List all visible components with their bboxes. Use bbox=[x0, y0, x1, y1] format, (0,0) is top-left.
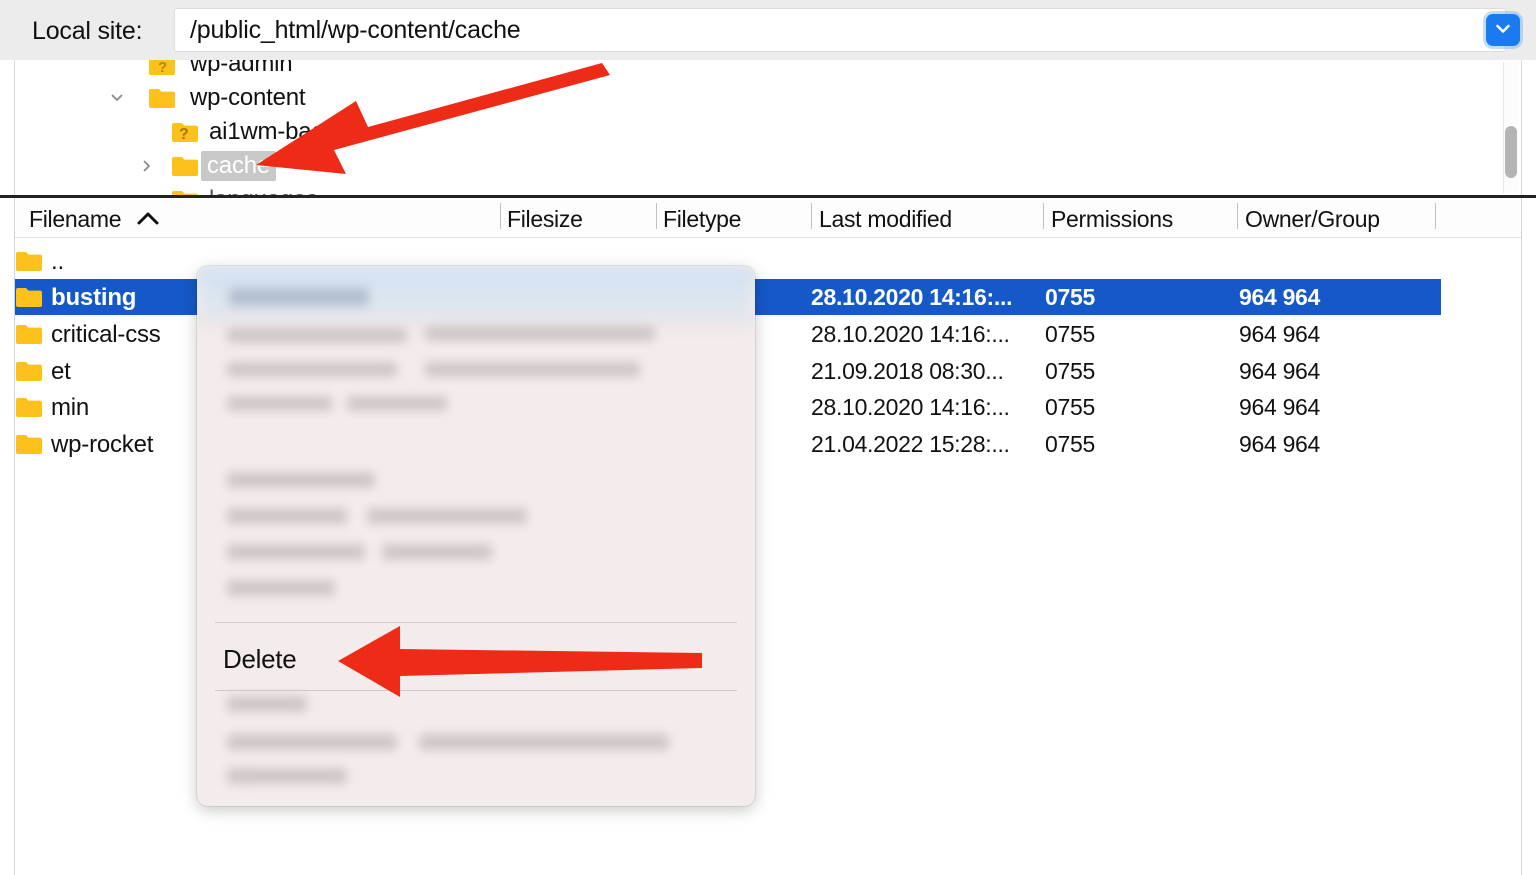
column-divider[interactable] bbox=[656, 203, 657, 229]
folder-icon bbox=[148, 87, 176, 109]
context-menu-item-obscured[interactable] bbox=[227, 580, 335, 596]
file-name: critical-css bbox=[51, 321, 161, 348]
context-menu-item-obscured[interactable] bbox=[229, 288, 369, 306]
file-list-column-headers: Filename Filesize Filetype Last modified… bbox=[15, 198, 1521, 238]
file-last-modified: 21.09.2018 08:30... bbox=[811, 358, 1004, 384]
file-name: wp-rocket bbox=[51, 431, 154, 458]
column-header-last-modified[interactable]: Last modified bbox=[819, 206, 952, 233]
context-menu-item-obscured[interactable] bbox=[367, 508, 527, 524]
folder-icon bbox=[15, 360, 43, 382]
file-last-modified: 28.10.2020 14:16:... bbox=[811, 284, 1013, 310]
tree-item-wp-content[interactable]: wp-content bbox=[15, 80, 1521, 116]
context-menu-separator bbox=[215, 690, 737, 691]
context-menu-item-obscured[interactable] bbox=[227, 768, 347, 784]
context-menu-item-obscured[interactable] bbox=[227, 544, 365, 560]
file-permissions: 0755 bbox=[1045, 358, 1095, 384]
column-header-filesize[interactable]: Filesize bbox=[507, 206, 583, 233]
file-owner-group: 964 964 bbox=[1239, 321, 1321, 347]
chevron-down-icon bbox=[1493, 19, 1513, 42]
file-last-modified: 28.10.2020 14:16:... bbox=[811, 394, 1010, 420]
unknown-folder-icon: ? bbox=[171, 121, 199, 143]
file-permissions: 0755 bbox=[1045, 394, 1095, 420]
context-menu-item-obscured[interactable] bbox=[419, 734, 669, 750]
tree-item-cache[interactable]: cache bbox=[15, 148, 1521, 184]
file-last-modified: 28.10.2020 14:16:... bbox=[811, 321, 1010, 347]
tree-item-ai1wm-backups[interactable]: ? ai1wm-bac bbox=[15, 114, 1521, 150]
context-menu-item-obscured[interactable] bbox=[227, 472, 375, 488]
context-menu-item-obscured[interactable] bbox=[227, 508, 347, 524]
local-site-toolbar: Local site: /public_html/wp-content/cach… bbox=[0, 0, 1536, 60]
column-header-owner-group[interactable]: Owner/Group bbox=[1245, 206, 1380, 233]
file-name: busting bbox=[51, 284, 137, 311]
folder-icon bbox=[15, 396, 43, 418]
tree-scrollbar[interactable] bbox=[1503, 62, 1519, 193]
context-menu-item-obscured[interactable] bbox=[227, 696, 307, 712]
context-menu-item-obscured[interactable] bbox=[382, 544, 492, 560]
column-divider[interactable] bbox=[811, 203, 812, 229]
column-divider[interactable] bbox=[1043, 203, 1044, 229]
file-permissions: 0755 bbox=[1045, 321, 1095, 347]
local-site-label: Local site: bbox=[32, 16, 143, 45]
ftp-client-window: Local site: /public_html/wp-content/cach… bbox=[0, 0, 1536, 875]
tree-item-label-selected: cache bbox=[201, 151, 277, 181]
tree-item-label: ai1wm-bac bbox=[209, 118, 324, 145]
tree-item-languages[interactable]: ? languages bbox=[15, 182, 1521, 195]
folder-icon bbox=[171, 155, 199, 177]
column-divider[interactable] bbox=[500, 203, 501, 229]
local-site-path-value: /public_html/wp-content/cache bbox=[190, 15, 521, 44]
context-menu-item-obscured[interactable] bbox=[227, 362, 397, 377]
local-site-path-field[interactable]: /public_html/wp-content/cache bbox=[174, 8, 1506, 52]
context-menu-item-delete[interactable]: Delete bbox=[223, 644, 297, 675]
svg-text:?: ? bbox=[179, 126, 189, 143]
file-owner-group: 964 964 bbox=[1239, 358, 1321, 384]
file-name: min bbox=[51, 394, 90, 421]
column-header-filetype[interactable]: Filetype bbox=[663, 206, 741, 233]
directory-tree-panel[interactable]: ? wp-admin wp-content ? ai1wm-bac cache bbox=[14, 60, 1522, 195]
folder-icon bbox=[15, 286, 43, 308]
tree-item-label: wp-admin bbox=[190, 60, 293, 77]
tree-scrollbar-thumb[interactable] bbox=[1505, 126, 1517, 178]
context-menu[interactable]: Delete bbox=[197, 266, 755, 806]
folder-icon bbox=[15, 433, 43, 455]
tree-item-label: wp-content bbox=[190, 84, 306, 111]
column-header-filename[interactable]: Filename bbox=[29, 206, 122, 233]
chevron-down-icon[interactable] bbox=[109, 90, 125, 106]
context-menu-item-obscured[interactable] bbox=[227, 328, 407, 343]
tree-item-wp-admin[interactable]: ? wp-admin bbox=[15, 60, 1521, 82]
file-permissions: 0755 bbox=[1045, 284, 1095, 310]
column-header-permissions[interactable]: Permissions bbox=[1051, 206, 1173, 233]
file-name: et bbox=[51, 358, 71, 385]
folder-icon bbox=[15, 250, 43, 272]
svg-text:?: ? bbox=[158, 60, 167, 76]
path-dropdown-button[interactable] bbox=[1486, 14, 1520, 46]
file-permissions: 0755 bbox=[1045, 431, 1095, 457]
context-menu-item-obscured[interactable] bbox=[227, 396, 332, 411]
unknown-folder-icon: ? bbox=[148, 60, 176, 76]
tree-item-label: languages bbox=[209, 186, 318, 195]
file-owner-group: 964 964 bbox=[1239, 284, 1321, 310]
file-last-modified: 21.04.2022 15:28:... bbox=[811, 431, 1010, 457]
folder-icon bbox=[15, 323, 43, 345]
chevron-right-icon[interactable] bbox=[139, 158, 155, 174]
column-divider[interactable] bbox=[1435, 203, 1436, 229]
caret-up-icon bbox=[135, 210, 161, 233]
context-menu-item-obscured[interactable] bbox=[425, 362, 640, 377]
context-menu-item-obscured[interactable] bbox=[227, 734, 397, 750]
context-menu-separator bbox=[215, 622, 737, 623]
context-menu-item-obscured[interactable] bbox=[347, 396, 447, 411]
file-owner-group: 964 964 bbox=[1239, 431, 1321, 457]
context-menu-item-obscured[interactable] bbox=[425, 326, 655, 341]
column-divider[interactable] bbox=[1237, 203, 1238, 229]
file-owner-group: 964 964 bbox=[1239, 394, 1321, 420]
file-name: .. bbox=[51, 248, 64, 275]
